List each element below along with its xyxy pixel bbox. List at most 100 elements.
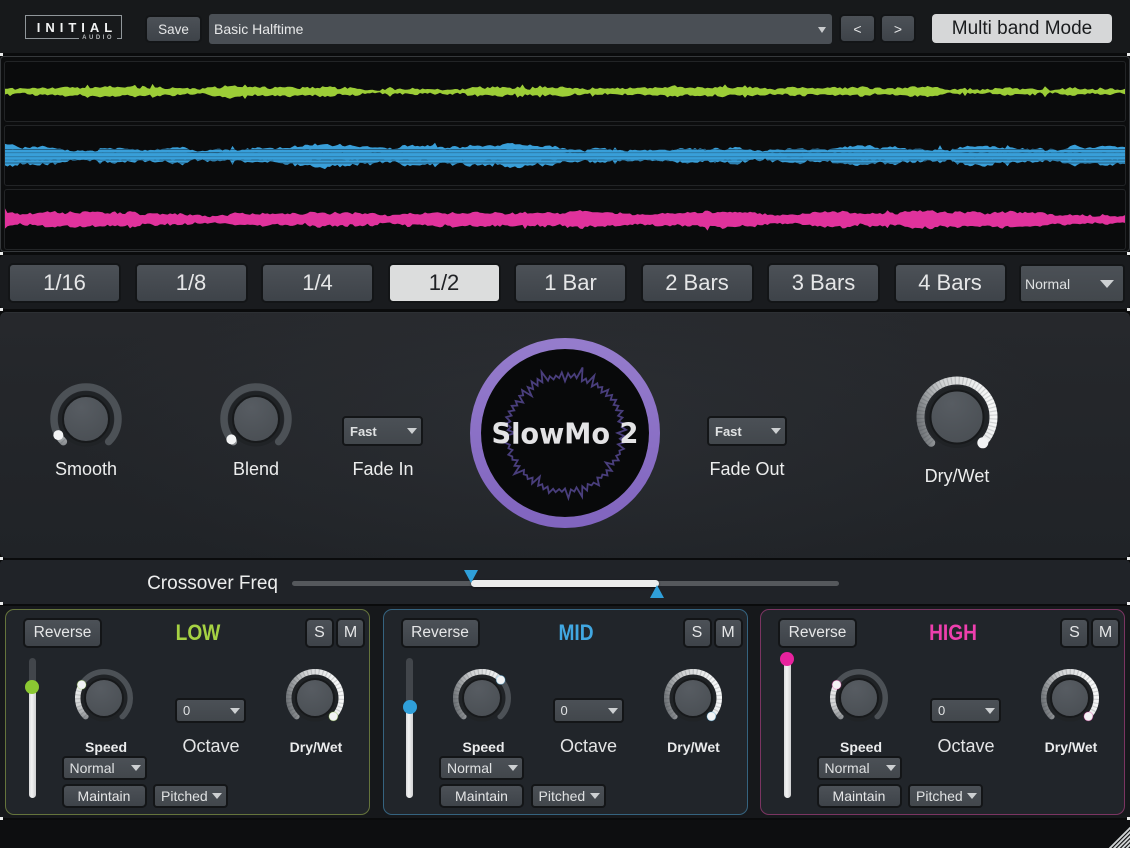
solo-label: S (1069, 624, 1080, 642)
mode-dropdown-arrow-icon (886, 765, 896, 771)
playback-mode-dropdown[interactable]: Normal (1019, 264, 1125, 303)
fade-in-dropdown-arrow-icon (407, 428, 417, 434)
crossover-active-range (471, 580, 658, 587)
bands-section: ReverseLOWSMSpeedOctaveDry/Wet0NormalMai… (0, 606, 1130, 818)
edge-notch (1127, 602, 1130, 605)
slowmo-logo-text: SlowMo 2 (492, 418, 639, 451)
pitch-value: Pitched (539, 788, 586, 804)
preset-prev-button[interactable]: < (839, 14, 876, 43)
fade-out-dropdown[interactable]: Fast (707, 416, 787, 446)
band-mid-octave-label: Octave (529, 736, 649, 757)
reverse-label: Reverse (34, 624, 92, 642)
band-mid-solo-button[interactable]: S (683, 618, 712, 648)
mid-band-waveform (5, 126, 1125, 185)
band-low-octave-dropdown[interactable]: 0 (175, 698, 246, 723)
band-low-mute-button[interactable]: M (336, 618, 365, 648)
band-high-speed-knob[interactable] (821, 660, 897, 736)
band-low-pitch-dropdown[interactable]: Pitched (153, 784, 228, 808)
time-button-1-8[interactable]: 1/8 (135, 263, 248, 303)
smooth-knob[interactable] (40, 373, 132, 465)
band-high-mode-dropdown[interactable]: Normal (817, 756, 902, 780)
crossover-low-handle[interactable] (464, 570, 478, 583)
band-low-mode-dropdown[interactable]: Normal (62, 756, 147, 780)
band-mid-maintain-button[interactable]: Maintain (439, 784, 524, 808)
header-bar: INITIAL AUDIO Save Basic Halftime < > Mu… (0, 0, 1130, 55)
band-low-level-handle[interactable] (25, 680, 39, 694)
slowmo-logo: SlowMo 2 (468, 336, 662, 530)
reverse-label: Reverse (789, 624, 847, 642)
time-button-1-4[interactable]: 1/4 (261, 263, 374, 303)
band-high-mute-button[interactable]: M (1091, 618, 1120, 648)
time-button-1-16[interactable]: 1/16 (8, 263, 121, 303)
multi-band-mode-button[interactable]: Multi band Mode (932, 14, 1112, 43)
band-high-solo-button[interactable]: S (1060, 618, 1089, 648)
edge-notch (0, 53, 3, 56)
band-high-dry-wet-knob[interactable] (1032, 660, 1108, 736)
fade-out-dropdown-arrow-icon (771, 428, 781, 434)
solo-label: S (314, 624, 325, 642)
band-low-octave-label: Octave (151, 736, 271, 757)
blend-knob[interactable] (210, 373, 302, 465)
solo-label: S (692, 624, 703, 642)
resize-grip[interactable] (1106, 824, 1130, 848)
band-low-speed-knob[interactable] (66, 660, 142, 736)
time-button-4-bars[interactable]: 4 Bars (894, 263, 1007, 303)
time-button-label: 1/8 (176, 270, 207, 296)
band-low-solo-button[interactable]: S (305, 618, 334, 648)
band-mid-level-handle[interactable] (403, 700, 417, 714)
band-high-level-handle[interactable] (780, 652, 794, 666)
pitch-value: Pitched (916, 788, 963, 804)
waveform-lane-mid (4, 125, 1126, 186)
save-button-label: Save (158, 22, 189, 37)
band-mid-speed-knob[interactable] (444, 660, 520, 736)
dry-wet-knob[interactable] (906, 366, 1008, 468)
edge-notch (0, 557, 3, 560)
band-low-dry-wet-knob[interactable] (277, 660, 353, 736)
band-high-maintain-button[interactable]: Maintain (817, 784, 902, 808)
fade-in-dropdown[interactable]: Fast (342, 416, 423, 446)
logo-sub-text: AUDIO (79, 35, 117, 41)
plugin-window: INITIAL AUDIO Save Basic Halftime < > Mu… (0, 0, 1130, 848)
band-mid-pitch-dropdown[interactable]: Pitched (531, 784, 606, 808)
slowmo-logo-graphic: SlowMo 2 (468, 336, 662, 530)
band-mid-mode-dropdown[interactable]: Normal (439, 756, 524, 780)
band-high-octave-dropdown[interactable]: 0 (930, 698, 1001, 723)
band-mid-title: MID (462, 620, 688, 646)
band-mid-dry-wet-label: Dry/Wet (634, 739, 754, 755)
high-band-waveform (5, 190, 1125, 249)
time-button-3-bars[interactable]: 3 Bars (767, 263, 880, 303)
octave-value: 0 (938, 703, 945, 718)
octave-dropdown-arrow-icon (985, 708, 995, 714)
time-button-1-bar[interactable]: 1 Bar (514, 263, 627, 303)
band-high-pitch-dropdown[interactable]: Pitched (908, 784, 983, 808)
multi-band-mode-label: Multi band Mode (952, 18, 1092, 40)
fade-out-value: Fast (715, 424, 742, 439)
edge-notch (1127, 308, 1130, 311)
band-mid-octave-dropdown[interactable]: 0 (553, 698, 624, 723)
save-button[interactable]: Save (145, 15, 202, 43)
pitch-dropdown-arrow-icon (212, 793, 222, 799)
fade-out-label: Fade Out (687, 459, 807, 480)
playback-mode-dropdown-arrow-icon (1100, 280, 1114, 288)
edge-notch (1127, 53, 1130, 56)
band-mid-dry-wet-knob[interactable] (655, 660, 731, 736)
band-low-maintain-button[interactable]: Maintain (62, 784, 147, 808)
preset-dropdown[interactable]: Basic Halftime (209, 14, 832, 44)
preset-dropdown-arrow-icon (818, 27, 826, 33)
preset-next-button[interactable]: > (880, 14, 916, 43)
edge-notch (0, 817, 3, 820)
edge-notch (1127, 817, 1130, 820)
band-mid-level-fill (406, 707, 413, 798)
time-button-label: 4 Bars (918, 270, 982, 296)
crossover-high-handle[interactable] (650, 585, 664, 598)
pitch-dropdown-arrow-icon (967, 793, 977, 799)
waveform-lane-low (4, 61, 1126, 122)
time-button-label: 3 Bars (792, 270, 856, 296)
reverse-label: Reverse (411, 624, 469, 642)
time-button-1-2[interactable]: 1/2 (388, 263, 501, 303)
edge-notch (0, 308, 3, 311)
band-mid-mute-button[interactable]: M (714, 618, 743, 648)
time-button-2-bars[interactable]: 2 Bars (641, 263, 754, 303)
time-button-label: 2 Bars (665, 270, 729, 296)
time-button-label: 1/16 (43, 270, 86, 296)
